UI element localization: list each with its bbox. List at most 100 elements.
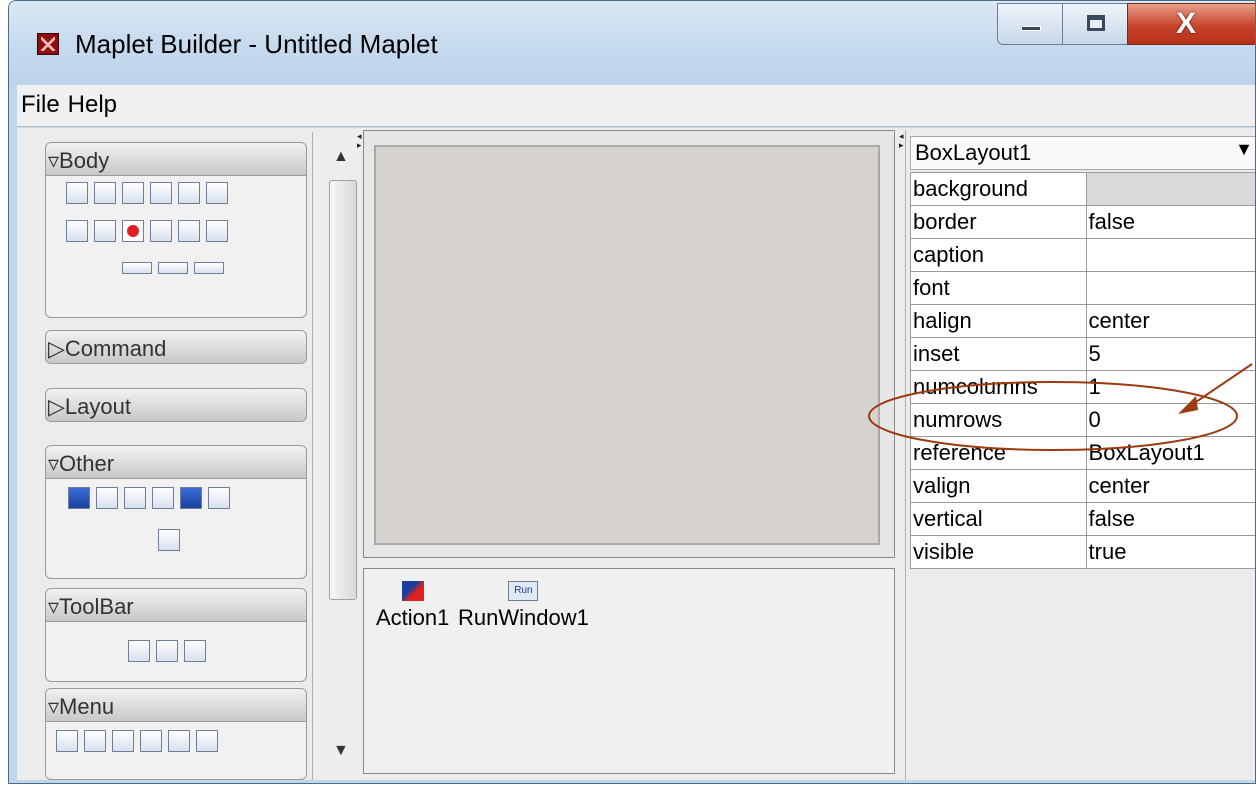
palette-section-body[interactable]: ▿Body: [45, 142, 307, 176]
label-tool-icon[interactable]: [66, 182, 88, 204]
property-value[interactable]: center: [1085, 304, 1255, 338]
layout-canvas[interactable]: [363, 130, 895, 558]
toolbar-tool-icon[interactable]: [128, 640, 150, 662]
property-value[interactable]: 1: [1085, 370, 1255, 404]
table-row[interactable]: numrows 0: [910, 403, 1255, 437]
other-tool-row-1: [68, 487, 230, 509]
table-row[interactable]: border false: [910, 205, 1255, 239]
palette-section-layout[interactable]: ▷Layout: [45, 388, 307, 422]
popup-menu-tool-icon[interactable]: [196, 730, 218, 752]
title-bar: Maplet Builder - Untitled Maplet X: [9, 1, 1255, 85]
close-button[interactable]: X: [1127, 3, 1255, 45]
menu-item-tool-icon[interactable]: [112, 730, 134, 752]
dropdown-arrow-icon[interactable]: ▼: [1235, 139, 1253, 160]
runwindow1-component[interactable]: Run RunWindow1: [458, 581, 589, 631]
property-value[interactable]: [1085, 172, 1255, 206]
table-row[interactable]: numcolumns 1: [910, 370, 1255, 404]
property-key: caption: [910, 238, 1087, 272]
action1-component[interactable]: Action1: [376, 581, 449, 631]
component-palette: ▿Body ▷Command ▷Layout ▿Other ▿ToolBar ▿…: [19, 132, 361, 780]
listbox-tool-icon[interactable]: [150, 182, 172, 204]
table-row[interactable]: font: [910, 271, 1255, 305]
selected-object-label: BoxLayout1: [915, 140, 1032, 165]
object-selector-dropdown[interactable]: BoxLayout1 ▼: [910, 136, 1255, 170]
property-key: border: [910, 205, 1087, 239]
table-row[interactable]: inset 5: [910, 337, 1255, 371]
property-value[interactable]: [1085, 271, 1255, 305]
property-value[interactable]: false: [1085, 502, 1255, 536]
slider-tool-icon[interactable]: [178, 220, 200, 242]
table-row[interactable]: reference BoxLayout1: [910, 436, 1255, 470]
right-splitter-icon[interactable]: ◂ ▸: [899, 132, 904, 150]
palette-section-menu[interactable]: ▿Menu: [45, 688, 307, 722]
table-row[interactable]: caption: [910, 238, 1255, 272]
minimize-button[interactable]: [997, 3, 1063, 45]
boxlayout-canvas-area[interactable]: [374, 145, 880, 545]
button-group-tool-icon[interactable]: [124, 487, 146, 509]
scroll-up-icon[interactable]: ▲: [333, 148, 349, 166]
other-tool-row-2: [158, 529, 180, 551]
table-tool-icon[interactable]: [206, 220, 228, 242]
font-tool-icon[interactable]: [152, 487, 174, 509]
return-item-tool-icon[interactable]: [158, 529, 180, 551]
plotter-tool-icon[interactable]: [94, 220, 116, 242]
textbox-tool-icon[interactable]: [206, 182, 228, 204]
table-row[interactable]: halign center: [910, 304, 1255, 338]
palette-section-command[interactable]: ▷Command: [45, 330, 307, 364]
table-row[interactable]: visible true: [910, 535, 1255, 569]
body-tool-row-2: [66, 220, 228, 242]
property-key: numcolumns: [910, 370, 1087, 404]
menu-tool-row: [56, 730, 218, 752]
toolbar-separator-tool-icon[interactable]: [184, 640, 206, 662]
radio-menu-item-tool-icon[interactable]: [168, 730, 190, 752]
property-value[interactable]: false: [1085, 205, 1255, 239]
maple-leaf-app-icon: [37, 33, 59, 55]
radio-tool-icon[interactable]: [150, 220, 172, 242]
scroll-thumb[interactable]: [329, 180, 357, 600]
property-table: background border false caption font hali…: [910, 172, 1255, 569]
property-value[interactable]: center: [1085, 469, 1255, 503]
table-row[interactable]: valign center: [910, 469, 1255, 503]
checkbox-menu-item-tool-icon[interactable]: [140, 730, 162, 752]
menu-help[interactable]: Help: [68, 91, 117, 118]
table-row[interactable]: background: [910, 172, 1255, 206]
property-value[interactable]: [1085, 238, 1255, 272]
group-tool-icon[interactable]: [96, 487, 118, 509]
math-field-tool-icon[interactable]: [66, 220, 88, 242]
close-icon: X: [1176, 7, 1197, 40]
maximize-icon: [1087, 15, 1105, 31]
palette-section-other[interactable]: ▿Other: [45, 445, 307, 479]
maximize-button[interactable]: [1062, 3, 1128, 45]
menu-file[interactable]: File: [21, 91, 60, 118]
table-row[interactable]: vertical false: [910, 502, 1255, 536]
menu-tool-icon[interactable]: [84, 730, 106, 752]
scroll-down-icon[interactable]: ▼: [333, 742, 349, 760]
checkbox-tool-icon[interactable]: [94, 182, 116, 204]
palette-scrollbar[interactable]: ▲ ▼: [321, 140, 361, 780]
property-value[interactable]: true: [1085, 535, 1255, 569]
property-value[interactable]: 5: [1085, 337, 1255, 371]
toolbar-button-tool-icon[interactable]: [156, 640, 178, 662]
button-tool-icon[interactable]: [178, 182, 200, 204]
property-key: inset: [910, 337, 1087, 371]
property-key: halign: [910, 304, 1087, 338]
image-tool-icon[interactable]: [180, 487, 202, 509]
property-value[interactable]: 0: [1085, 403, 1255, 437]
run-window-icon: Run: [508, 581, 539, 601]
combobox-tool-icon[interactable]: [194, 262, 224, 274]
textfield-tool-icon[interactable]: [122, 262, 152, 274]
palette-section-toolbar[interactable]: ▿ToolBar: [45, 588, 307, 622]
list-tool-icon[interactable]: [122, 182, 144, 204]
property-value[interactable]: BoxLayout1: [1085, 436, 1255, 470]
property-key: numrows: [910, 403, 1087, 437]
togglebutton-tool-icon[interactable]: [158, 262, 188, 274]
property-key: background: [910, 172, 1087, 206]
property-key: font: [910, 271, 1087, 305]
property-key: visible: [910, 535, 1087, 569]
other-tools-panel: [45, 479, 307, 579]
action-tool-icon[interactable]: [68, 487, 90, 509]
return-tool-icon[interactable]: [208, 487, 230, 509]
left-splitter-icon[interactable]: ◂ ▸: [357, 132, 362, 150]
menubar-tool-icon[interactable]: [56, 730, 78, 752]
radio-button-tool-icon[interactable]: [122, 220, 144, 242]
